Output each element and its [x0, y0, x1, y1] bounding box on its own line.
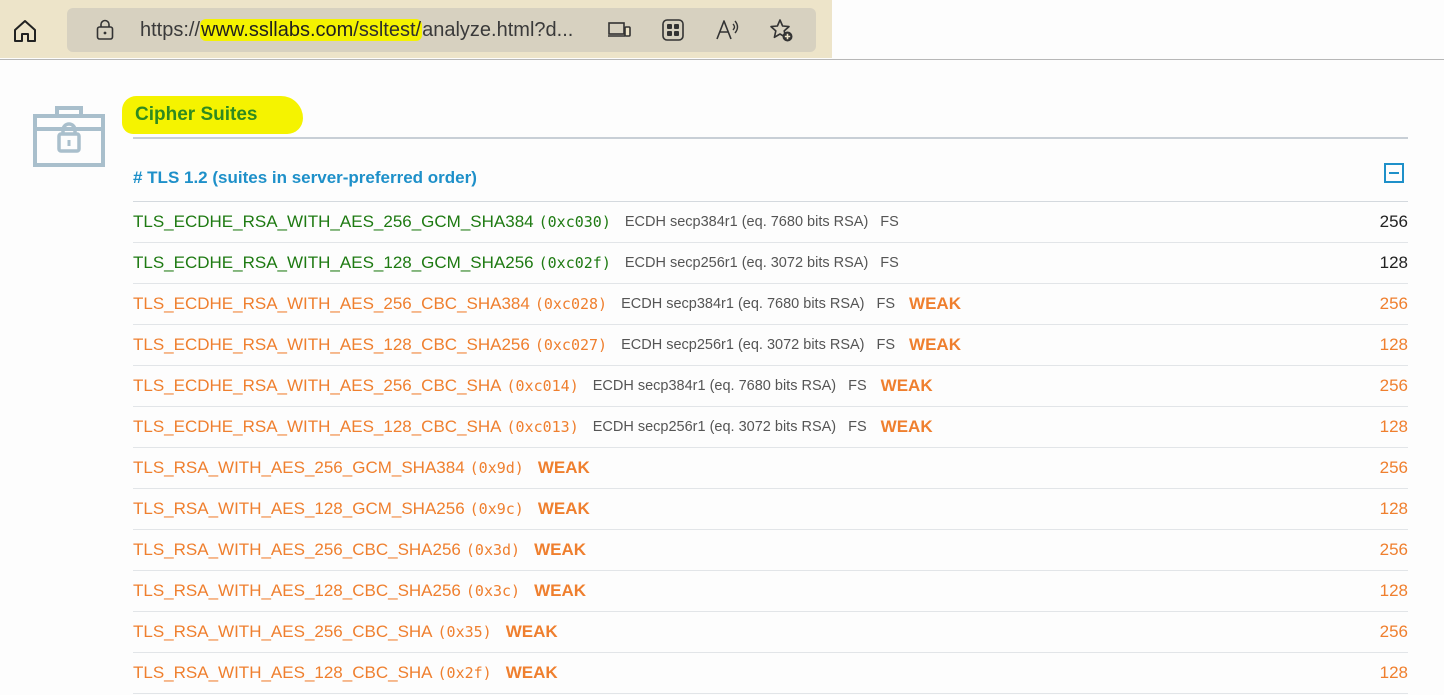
devices-icon[interactable]: [606, 17, 632, 43]
suite-name: TLS_RSA_WITH_AES_128_CBC_SHA256: [133, 581, 461, 600]
suite-row: TLS_ECDHE_RSA_WITH_AES_128_CBC_SHA (0xc0…: [133, 407, 1408, 448]
suite-row: TLS_ECDHE_RSA_WITH_AES_128_GCM_SHA256 (0…: [133, 243, 1408, 284]
weak-badge: WEAK: [534, 581, 587, 600]
suite-name: TLS_RSA_WITH_AES_256_GCM_SHA384: [133, 458, 465, 477]
forward-secrecy: FS: [880, 214, 899, 230]
key-exchange: ECDH secp384r1 (eq. 7680 bits RSA): [624, 214, 869, 230]
url-text[interactable]: https://www.ssllabs.com/ssltest/analyze.…: [140, 16, 573, 44]
suite-name: TLS_RSA_WITH_AES_256_CBC_SHA256: [133, 540, 461, 559]
suite-code: (0xc02f): [538, 254, 611, 272]
suite-name: TLS_ECDHE_RSA_WITH_AES_128_GCM_SHA256: [133, 253, 534, 272]
suite-row: TLS_ECDHE_RSA_WITH_AES_256_CBC_SHA (0xc0…: [133, 366, 1408, 407]
section-divider: [133, 137, 1408, 139]
suite-name: TLS_RSA_WITH_AES_128_CBC_SHA: [133, 663, 433, 682]
weak-badge: WEAK: [505, 622, 558, 641]
suite-code: (0xc013): [506, 418, 579, 436]
weak-badge: WEAK: [880, 376, 933, 395]
url-path: ssltest/: [358, 19, 422, 41]
weak-badge: WEAK: [909, 294, 961, 313]
suite-code: (0xc028): [534, 295, 608, 313]
suite-row: TLS_ECDHE_RSA_WITH_AES_128_CBC_SHA256 (0…: [133, 325, 1408, 366]
suite-row: TLS_RSA_WITH_AES_128_CBC_SHA256 (0x3c) W…: [133, 571, 1408, 612]
suite-name: TLS_RSA_WITH_AES_128_GCM_SHA256: [133, 499, 465, 518]
weak-badge: WEAK: [909, 335, 961, 354]
key-bits: 128: [1379, 335, 1408, 354]
key-exchange: ECDH secp256r1 (eq. 3072 bits RSA): [624, 255, 869, 271]
suite-row: TLS_RSA_WITH_AES_256_GCM_SHA384 (0x9d) W…: [133, 448, 1408, 489]
forward-secrecy: FS: [876, 296, 896, 312]
collapse-icon[interactable]: [1384, 163, 1404, 183]
suite-code: (0x35): [437, 623, 492, 641]
suite-code: (0x2f): [437, 664, 492, 682]
weak-badge: WEAK: [537, 499, 590, 518]
suite-code: (0xc027): [534, 336, 608, 354]
key-bits: 128: [1379, 499, 1408, 518]
weak-badge: WEAK: [505, 663, 558, 682]
key-exchange: ECDH secp256r1 (eq. 3072 bits RSA): [621, 337, 865, 353]
suite-row: TLS_ECDHE_RSA_WITH_AES_256_GCM_SHA384 (0…: [133, 202, 1408, 243]
toolbox-lock-icon: [33, 106, 105, 167]
suite-code: (0x9c): [469, 500, 524, 518]
key-bits: 256: [1379, 458, 1408, 477]
tls-version-header[interactable]: # TLS 1.2 (suites in server-preferred or…: [133, 166, 477, 190]
forward-secrecy: FS: [848, 419, 867, 435]
cipher-suite-list: TLS_ECDHE_RSA_WITH_AES_256_GCM_SHA384 (0…: [133, 202, 1408, 694]
key-exchange: ECDH secp384r1 (eq. 7680 bits RSA): [621, 296, 865, 312]
suite-name: TLS_ECDHE_RSA_WITH_AES_256_CBC_SHA: [133, 376, 502, 395]
key-exchange: ECDH secp256r1 (eq. 3072 bits RSA): [592, 419, 837, 435]
section-title: Cipher Suites: [122, 96, 304, 134]
toolbar-divider: [0, 59, 1444, 60]
suite-code: (0xc014): [506, 377, 579, 395]
lock-icon[interactable]: [95, 19, 115, 41]
url-prefix: https://: [140, 19, 201, 41]
suite-code: (0x3c): [465, 582, 521, 600]
read-aloud-icon[interactable]: [714, 17, 740, 43]
key-bits: 128: [1379, 581, 1408, 600]
key-exchange: ECDH secp384r1 (eq. 7680 bits RSA): [592, 378, 837, 394]
key-bits: 256: [1379, 622, 1408, 641]
home-icon[interactable]: [11, 17, 39, 45]
suite-code: (0x3d): [465, 541, 521, 559]
key-bits: 128: [1379, 663, 1408, 682]
key-bits: 256: [1379, 540, 1408, 559]
forward-secrecy: FS: [880, 255, 899, 271]
suite-code: (0x9d): [469, 459, 524, 477]
suite-code: (0xc030): [538, 213, 611, 231]
suite-name: TLS_RSA_WITH_AES_256_CBC_SHA: [133, 622, 433, 641]
suite-row: TLS_ECDHE_RSA_WITH_AES_256_CBC_SHA384 (0…: [133, 284, 1408, 325]
forward-secrecy: FS: [848, 378, 867, 394]
suite-name: TLS_ECDHE_RSA_WITH_AES_256_CBC_SHA384: [133, 294, 530, 313]
suite-name: TLS_ECDHE_RSA_WITH_AES_128_CBC_SHA256: [133, 335, 530, 354]
key-bits: 256: [1379, 294, 1408, 313]
add-favorite-icon[interactable]: [768, 17, 794, 43]
apps-icon[interactable]: [660, 17, 686, 43]
weak-badge: WEAK: [534, 540, 587, 559]
key-bits: 256: [1379, 212, 1408, 231]
suite-name: TLS_ECDHE_RSA_WITH_AES_128_CBC_SHA: [133, 417, 502, 436]
suite-row: TLS_RSA_WITH_AES_256_CBC_SHA (0x35) WEAK…: [133, 612, 1408, 653]
key-bits: 128: [1379, 417, 1408, 436]
key-bits: 256: [1379, 376, 1408, 395]
weak-badge: WEAK: [537, 458, 590, 477]
collapse-minus: [1389, 172, 1399, 174]
suite-row: TLS_RSA_WITH_AES_256_CBC_SHA256 (0x3d) W…: [133, 530, 1408, 571]
url-highlight: www.ssllabs.com/ssltest/: [200, 19, 423, 41]
forward-secrecy: FS: [876, 337, 896, 353]
suite-row: TLS_RSA_WITH_AES_128_GCM_SHA256 (0x9c) W…: [133, 489, 1408, 530]
suite-name: TLS_ECDHE_RSA_WITH_AES_256_GCM_SHA384: [133, 212, 534, 231]
key-bits: 128: [1379, 253, 1408, 272]
weak-badge: WEAK: [880, 417, 933, 436]
url-domain: www.ssllabs.com: [201, 19, 354, 41]
url-rest: analyze.html?d...: [422, 19, 574, 41]
suite-row: TLS_RSA_WITH_AES_128_CBC_SHA (0x2f) WEAK…: [133, 653, 1408, 694]
